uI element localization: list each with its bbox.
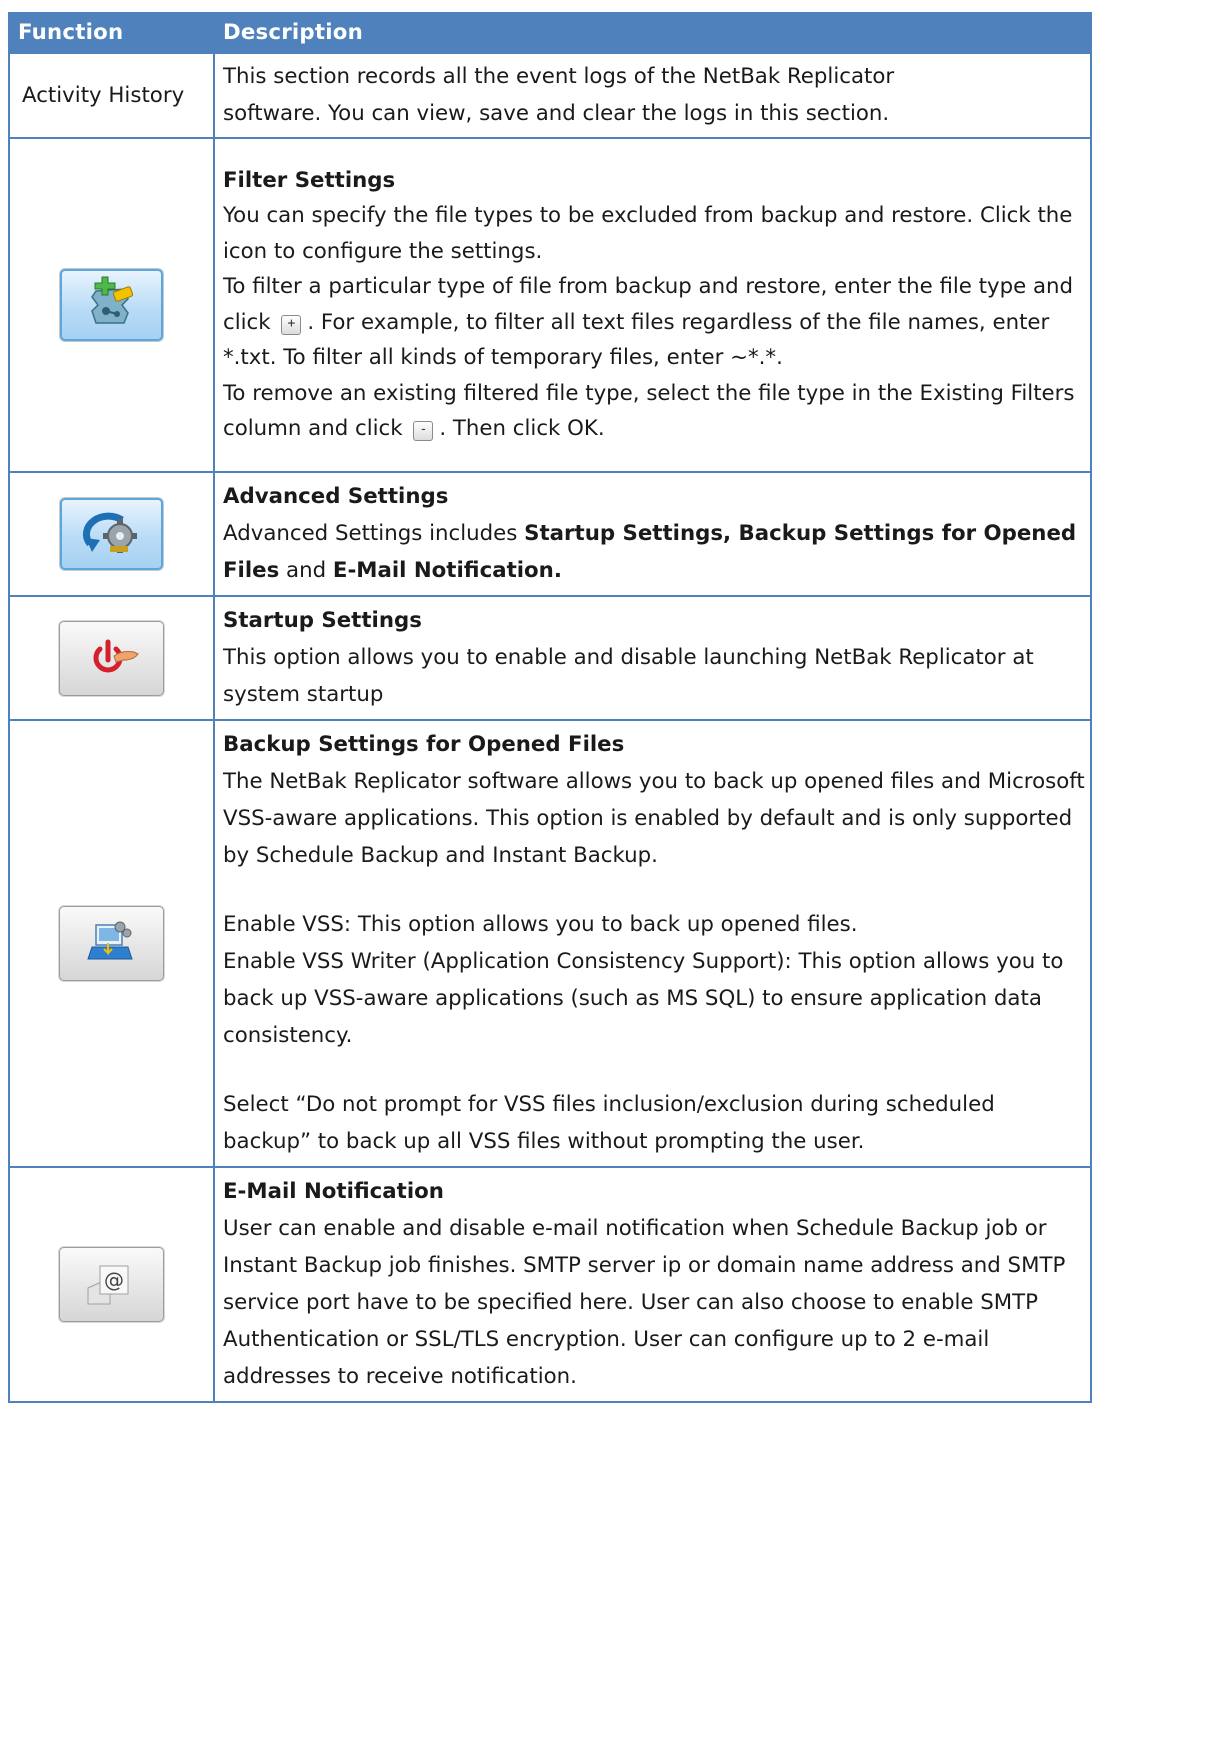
description-vss: Backup Settings for Opened Files The Net…: [213, 719, 1092, 1168]
table-row: Activity History This section records al…: [8, 52, 1092, 139]
svg-text:@: @: [104, 1268, 124, 1292]
vss-paragraph-2: Enable VSS: This option allows you to ba…: [223, 912, 858, 937]
filter-paragraph-3: To remove an existing filtered file type…: [223, 376, 1085, 447]
email-title: E-Mail Notification: [223, 1179, 444, 1204]
header-row: Function Description: [8, 12, 1092, 54]
advanced-settings-icon[interactable]: [60, 498, 163, 570]
advanced-paragraph: Advanced Settings includes Startup Setti…: [223, 515, 1085, 589]
advanced-text-2: and: [279, 558, 333, 583]
advanced-title: Advanced Settings: [223, 484, 449, 509]
function-cell-filter: [8, 137, 215, 473]
filter-paragraph-3-start: To remove an existing filtered file type…: [223, 380, 1075, 442]
filter-paragraph-2: To filter a particular type of file from…: [223, 269, 1085, 376]
advanced-text-1: Advanced Settings includes: [223, 521, 525, 546]
open-files-backup-icon[interactable]: [59, 906, 164, 981]
vss-title: Backup Settings for Opened Files: [223, 732, 625, 757]
table-row: Startup Settings This option allows you …: [8, 595, 1092, 721]
activity-line-2: software. You can view, save and clear t…: [223, 101, 890, 126]
table-row: Filter Settings You can specify the file…: [8, 137, 1092, 473]
email-at-icon[interactable]: @: [59, 1247, 164, 1322]
function-label-activity-history: Activity History: [8, 52, 215, 139]
filter-title: Filter Settings: [223, 167, 396, 193]
filter-paragraph-2-end: . For example, to filter all text files …: [223, 309, 1050, 371]
function-cell-vss: [8, 719, 215, 1168]
table-row: Backup Settings for Opened Files The Net…: [8, 719, 1092, 1168]
table-row: @ E-Mail Notification User can enable an…: [8, 1166, 1092, 1403]
add-filter-icon: +: [281, 314, 302, 335]
function-cell-advanced: [8, 471, 215, 597]
header-function: Function: [8, 12, 215, 54]
description-email: E-Mail Notification User can enable and …: [213, 1166, 1092, 1403]
remove-filter-icon: -: [413, 421, 434, 441]
vss-paragraph-3: Enable VSS Writer (Application Consisten…: [223, 949, 1064, 1048]
startup-paragraph: This option allows you to enable and dis…: [223, 645, 1034, 707]
function-table: Function Description Activity History Th…: [8, 12, 1092, 1403]
filter-paragraph-3-end: . Then click OK.: [439, 416, 605, 441]
header-description: Description: [213, 12, 1092, 54]
description-advanced: Advanced Settings Advanced Settings incl…: [213, 471, 1092, 597]
advanced-bold-2: E-Mail Notification.: [332, 558, 562, 583]
filter-settings-icon[interactable]: [60, 269, 163, 341]
power-hand-icon[interactable]: [59, 620, 164, 696]
vss-paragraph-1: The NetBak Replicator software allows yo…: [223, 769, 1085, 868]
description-startup: Startup Settings This option allows you …: [213, 595, 1092, 721]
vss-paragraph-4: Select “Do not prompt for VSS files incl…: [223, 1092, 995, 1154]
startup-title: Startup Settings: [223, 608, 422, 633]
table-row: Advanced Settings Advanced Settings incl…: [8, 471, 1092, 597]
email-paragraph: User can enable and disable e-mail notif…: [223, 1216, 1066, 1389]
function-cell-startup: [8, 595, 215, 721]
function-cell-email: @: [8, 1166, 215, 1403]
activity-line-1: This section records all the event logs …: [223, 64, 895, 89]
description-filter: Filter Settings You can specify the file…: [213, 137, 1092, 473]
filter-paragraph-1: You can specify the file types to be exc…: [223, 203, 1073, 264]
description-activity-history: This section records all the event logs …: [213, 52, 1092, 139]
